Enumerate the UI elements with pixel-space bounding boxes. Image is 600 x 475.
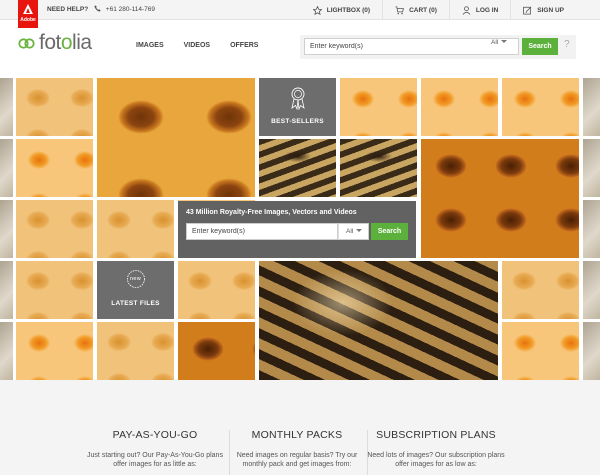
mosaic-image[interactable] (340, 78, 417, 136)
best-sellers-label: BEST-SELLERS (271, 118, 324, 125)
mosaic-image[interactable] (502, 322, 579, 380)
cart-icon (395, 5, 404, 14)
mosaic-image[interactable] (259, 261, 498, 380)
mosaic-image[interactable] (421, 78, 498, 136)
user-icon (462, 5, 471, 15)
adobe-label: Adobe (20, 17, 36, 23)
main-nav: IMAGES VIDEOS OFFERS (136, 42, 258, 49)
hero-filter-value: All (346, 228, 354, 235)
logo-accent: o (60, 31, 73, 54)
top-bar: Adobe NEED HELP? +61 280-114-769 LIGHTBO… (0, 0, 600, 28)
mosaic-image[interactable] (16, 261, 93, 319)
mosaic-image[interactable] (583, 322, 600, 380)
hero-filter-select[interactable]: All (338, 223, 369, 240)
hero-title: 43 Million Royalty-Free Images, Vectors … (186, 209, 357, 216)
latest-files-tile[interactable]: new LATEST FILES (97, 261, 174, 319)
help-icon[interactable]: ? (564, 39, 570, 50)
cart-link[interactable]: CART (0) (382, 0, 449, 20)
search-input[interactable] (304, 38, 519, 55)
mosaic-image[interactable] (0, 261, 13, 319)
mosaic-image[interactable] (16, 322, 93, 380)
logo-text: fotolia (39, 31, 92, 55)
chevron-down-icon (356, 229, 363, 232)
latest-files-label: LATEST FILES (111, 300, 160, 307)
mosaic-image[interactable] (97, 78, 255, 197)
hero-search-button[interactable]: Search (371, 223, 408, 240)
mosaic-image[interactable] (0, 139, 13, 197)
lightbox-label: LIGHTBOX (0) (326, 6, 371, 14)
medal-icon (290, 87, 305, 110)
hero-search-panel: 43 Million Royalty-Free Images, Vectors … (178, 201, 416, 258)
best-sellers-tile[interactable]: BEST-SELLERS (259, 78, 336, 136)
account-nav: LIGHTBOX (0) CART (0) LOG IN SIGN UP (301, 0, 576, 20)
plan-description: Just starting out? Our Pay-As-You-Go pla… (87, 452, 223, 468)
pricing-plans: PAY-AS-YOU-GO Just starting out? Our Pay… (0, 380, 600, 475)
mosaic-image[interactable] (502, 78, 579, 136)
mosaic-image[interactable] (259, 139, 336, 197)
plan-description: Need lots of images? Our subscription pl… (367, 452, 505, 468)
hero-search-input[interactable] (186, 223, 338, 240)
mosaic-image[interactable] (421, 139, 579, 258)
plan-title: MONTHLY PACKS (251, 429, 343, 441)
mosaic-image[interactable] (502, 261, 579, 319)
mosaic-image[interactable] (97, 322, 174, 380)
plan-title: PAY-AS-YOU-GO (112, 429, 198, 441)
phone-number[interactable]: +61 280-114-769 (106, 6, 155, 13)
plan-pay-as-you-go[interactable]: PAY-AS-YOU-GO Just starting out? Our Pay… (85, 429, 225, 469)
logo-prefix: fot (39, 31, 61, 54)
mosaic-image[interactable] (583, 200, 600, 258)
nav-images[interactable]: IMAGES (136, 42, 164, 49)
plan-monthly-packs[interactable]: MONTHLY PACKS Need images on regular bas… (227, 429, 367, 469)
mosaic-image[interactable] (16, 78, 93, 136)
signup-label: SIGN UP (537, 6, 564, 14)
logo-rings-icon (18, 37, 35, 49)
plan-subscription[interactable]: SUBSCRIPTION PLANS Need lots of images? … (366, 429, 506, 469)
plan-description: Need images on regular basis? Try our mo… (236, 452, 358, 468)
new-badge-text: new (130, 276, 141, 282)
need-help-label: NEED HELP? (47, 6, 89, 13)
mosaic-image[interactable] (178, 322, 255, 380)
adobe-logo[interactable]: Adobe (18, 0, 38, 28)
mosaic-image[interactable] (340, 139, 417, 197)
mosaic-image[interactable] (0, 78, 13, 136)
mosaic-image[interactable] (0, 322, 13, 380)
mosaic-image[interactable] (97, 200, 174, 258)
phone-icon (94, 5, 101, 12)
nav-videos[interactable]: VIDEOS (184, 42, 210, 49)
login-label: LOG IN (475, 6, 499, 14)
search-filter-select[interactable]: All (491, 39, 508, 46)
mosaic-image[interactable] (583, 139, 600, 197)
image-mosaic: new LATEST FILES BEST-SELLERS 43 Million… (0, 78, 600, 380)
chevron-down-icon (501, 40, 508, 43)
cart-label: CART (0) (409, 6, 437, 14)
help-contact: NEED HELP? +61 280-114-769 (47, 5, 155, 13)
mosaic-image[interactable] (16, 200, 93, 258)
search-filter-value: All (491, 39, 499, 46)
nav-offers[interactable]: OFFERS (230, 42, 258, 49)
edit-icon (523, 6, 532, 15)
mosaic-image[interactable] (16, 139, 93, 197)
adobe-mark-icon (23, 4, 33, 14)
search-button[interactable]: Search (522, 38, 558, 55)
plan-title: SUBSCRIPTION PLANS (376, 429, 496, 441)
star-icon (312, 5, 322, 15)
logo-suffix: lia (72, 31, 92, 54)
mosaic-image[interactable] (178, 261, 255, 319)
login-link[interactable]: LOG IN (448, 0, 510, 20)
mosaic-image[interactable] (0, 200, 13, 258)
mosaic-image[interactable] (583, 78, 600, 136)
site-header: fotolia IMAGES VIDEOS OFFERS All Search … (0, 21, 600, 78)
fotolia-logo[interactable]: fotolia (18, 31, 92, 55)
lightbox-link[interactable]: LIGHTBOX (0) (301, 0, 382, 20)
signup-link[interactable]: SIGN UP (510, 0, 576, 20)
mosaic-image[interactable] (583, 261, 600, 319)
